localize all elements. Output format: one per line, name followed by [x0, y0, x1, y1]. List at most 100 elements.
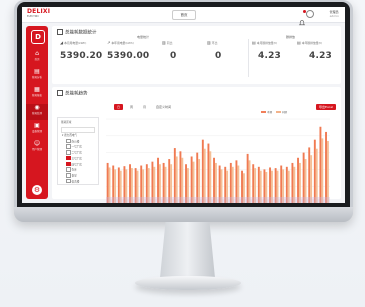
app-logo-icon[interactable]: D — [31, 30, 45, 44]
checkbox[interactable] — [66, 161, 71, 166]
sidebar: D ⌂ 首页 ▤ 能耗分析 ▦ 能耗报表 ◉ 能耗监测 ▣ 设备管理 ☺ 用户管… — [26, 26, 48, 199]
sidebar-item-label: 首页 — [34, 58, 40, 61]
sidebar-item-device[interactable]: ▣ 设备管理 — [26, 122, 48, 138]
stat-label: 本月碳排放量(t) — [256, 41, 277, 45]
bar-current[interactable] — [291, 162, 294, 203]
bar-current[interactable] — [302, 152, 305, 203]
tree-node-label: 二号厂房 — [71, 151, 82, 155]
bar-current[interactable] — [235, 160, 238, 203]
screen: DELIXI ELECTRIC 首页 管理员 admin D ⌂ 首页 ▤ 能耗… — [22, 7, 345, 203]
tree-node[interactable]: 宿舍楼 — [58, 178, 98, 185]
bar-current[interactable] — [319, 126, 322, 203]
bar-current[interactable] — [106, 162, 109, 203]
sidebar-item-analysis[interactable]: ▤ 能耗分析 — [26, 68, 48, 84]
tree-node-label: 仓库 — [71, 168, 77, 172]
checkbox[interactable] — [66, 138, 71, 143]
bar-previous[interactable] — [315, 148, 318, 203]
bar-current[interactable] — [190, 156, 193, 203]
trend-title-text: 总能耗趋势 — [65, 91, 88, 97]
tree-node-label: 四号厂房 — [71, 162, 82, 166]
trend-title-icon — [57, 90, 63, 96]
stat-value: 4.23 — [309, 51, 333, 61]
checkbox[interactable] — [66, 155, 71, 161]
legend-swatch — [261, 111, 267, 113]
avatar[interactable] — [306, 10, 314, 18]
bar-current[interactable] — [162, 162, 165, 203]
tree-node-label: 食堂 — [71, 174, 77, 178]
user-menu[interactable]: 管理员 admin — [330, 10, 339, 18]
home-icon: ⌂ — [35, 50, 39, 57]
stat-year-carbon: ▤本年碳排放量(t) 4.23 — [297, 40, 345, 61]
tree-node-label: 宿舍楼 — [71, 180, 80, 183]
bar-previous[interactable] — [175, 156, 178, 203]
checkbox[interactable] — [66, 178, 71, 184]
bar-current[interactable] — [173, 148, 176, 203]
sidebar-item-home[interactable]: ⌂ 首页 — [26, 50, 48, 66]
bar-current[interactable] — [207, 143, 210, 203]
bar-previous[interactable] — [310, 155, 313, 203]
stat-label: 本年用电量(kWh) — [111, 41, 134, 45]
sidebar-item-report[interactable]: ▦ 能耗报表 — [26, 86, 48, 102]
tree-node-label: 办公楼 — [71, 139, 80, 143]
bar-current[interactable] — [297, 157, 299, 203]
tree-node-label: 三号厂房 — [71, 157, 82, 160]
bar-current[interactable] — [179, 151, 182, 203]
sidebar-item-user[interactable]: ☺ 用户管理 — [26, 140, 48, 156]
tree-search-input[interactable] — [61, 127, 95, 133]
brand-logo[interactable]: DELIXI ELECTRIC — [27, 9, 50, 20]
bar-current[interactable] — [246, 153, 249, 203]
bar-previous[interactable] — [304, 159, 307, 203]
bar-current[interactable] — [308, 147, 311, 203]
legend-swatch — [275, 111, 281, 113]
home-button[interactable]: 首页 — [172, 10, 196, 20]
sidebar-item-label: 用户管理 — [31, 148, 42, 151]
bar-current[interactable] — [201, 139, 204, 203]
bar-previous[interactable] — [321, 138, 324, 203]
bar-previous[interactable] — [198, 159, 201, 203]
bar-previous[interactable] — [298, 162, 301, 203]
bar-previous[interactable] — [214, 162, 217, 203]
bar-previous[interactable] — [248, 160, 251, 203]
bar-current[interactable] — [325, 131, 327, 203]
tree-node-label: 德力西电气 — [64, 134, 78, 137]
bar-current[interactable] — [157, 157, 159, 203]
stat-year-electricity: ↗本年用电量(kWh) 5390.00 — [107, 40, 167, 61]
legend-label: 同期 — [281, 111, 287, 114]
gear-icon[interactable]: ⚙ — [32, 185, 42, 195]
electricity-icon: ◢ — [60, 40, 64, 45]
bar-previous[interactable] — [326, 140, 329, 203]
bar-current[interactable] — [151, 161, 154, 203]
bar-previous[interactable] — [181, 157, 184, 203]
stat-label: 同比 — [166, 41, 173, 45]
carbon-icon: ▤ — [297, 40, 301, 45]
bar-current[interactable] — [213, 157, 215, 203]
user-role: admin — [329, 14, 339, 18]
monitor-chin — [14, 207, 353, 222]
bar-current[interactable] — [168, 159, 171, 203]
report-icon: ▦ — [34, 86, 40, 93]
group-label-carbon: 碳排放 — [286, 35, 296, 39]
overview-title: 总能耗数据统计 — [57, 29, 97, 36]
checkbox[interactable] — [66, 144, 71, 149]
sidebar-item-label: 能耗报表 — [31, 94, 42, 97]
tree-node-label: 一号厂房 — [71, 145, 82, 149]
stat-label: 环比 — [211, 41, 218, 45]
bar-previous[interactable] — [192, 161, 195, 203]
brand-subtitle: ELECTRIC — [27, 15, 40, 18]
compare-icon: ▥ — [162, 40, 166, 45]
region-tree: 能耗区域 ▾ 德力西电气 办公楼 一号厂房 二号厂房 三号厂房 四号厂房 仓库 … — [57, 117, 99, 185]
bar-previous[interactable] — [209, 151, 212, 203]
trend-icon: ↗ — [107, 40, 111, 45]
bar-current[interactable] — [196, 152, 199, 203]
bar-current[interactable] — [313, 139, 316, 203]
sidebar-item-label: 设备管理 — [31, 130, 42, 133]
checkbox[interactable] — [66, 167, 71, 172]
chart-icon: ▤ — [34, 68, 40, 75]
checkbox[interactable] — [66, 150, 71, 155]
trend-title: 总能耗趋势 — [57, 90, 88, 97]
sidebar-item-monitor[interactable]: ◉ 能耗监测 — [26, 104, 48, 120]
bar-previous[interactable] — [203, 148, 206, 203]
checkbox[interactable] — [66, 173, 71, 178]
bar-current[interactable] — [229, 162, 232, 203]
bell-icon[interactable] — [298, 10, 306, 26]
